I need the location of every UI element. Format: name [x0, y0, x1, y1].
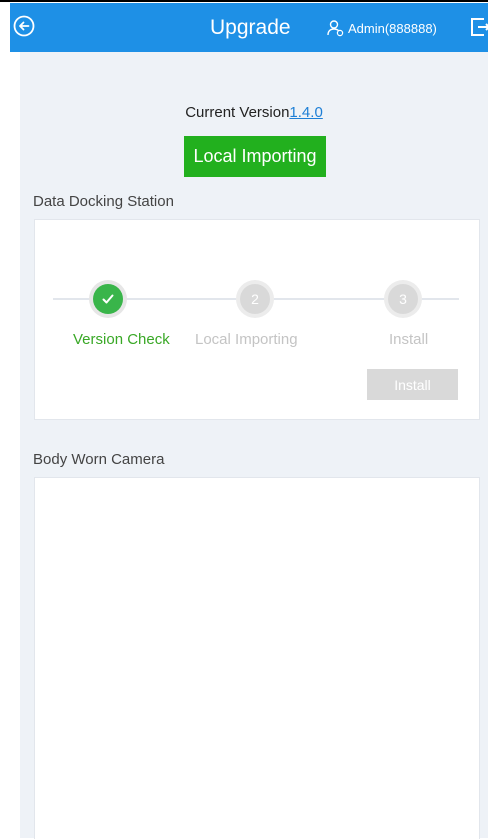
- install-button[interactable]: Install: [367, 369, 458, 400]
- local-importing-button[interactable]: Local Importing: [184, 136, 326, 177]
- section-label-camera: Body Worn Camera: [33, 451, 165, 468]
- username: Admin(888888): [348, 20, 437, 36]
- version-link[interactable]: 1.4.0: [289, 104, 322, 121]
- step-1-label: Version Check: [73, 331, 170, 348]
- step-3-label: Install: [389, 331, 429, 348]
- main-content: Current Version1.4.0 Local Importing Dat…: [20, 52, 488, 839]
- page-title: Upgrade: [210, 16, 291, 39]
- step-1-circle: [93, 284, 123, 314]
- user-icon: [327, 20, 344, 37]
- top-border: [0, 0, 488, 2]
- step-2-circle: 2: [240, 284, 270, 314]
- body-worn-camera-panel: [34, 477, 480, 839]
- version-label: Current Version: [185, 104, 290, 121]
- back-button[interactable]: [12, 14, 36, 38]
- docking-station-panel: 2 3 Version Check Local Importing Instal…: [34, 219, 480, 420]
- user-account[interactable]: Admin(888888): [326, 19, 437, 37]
- step-3-circle: 3: [388, 284, 418, 314]
- logout-icon: [471, 18, 488, 36]
- current-version: Current Version1.4.0: [20, 104, 488, 121]
- section-label-docking: Data Docking Station: [33, 193, 174, 210]
- logout-button[interactable]: [468, 15, 488, 39]
- back-arrow-icon: [13, 15, 35, 37]
- check-icon: [102, 294, 114, 304]
- app-header: Upgrade Admin(888888): [10, 3, 488, 52]
- step-2-label: Local Importing: [195, 331, 298, 348]
